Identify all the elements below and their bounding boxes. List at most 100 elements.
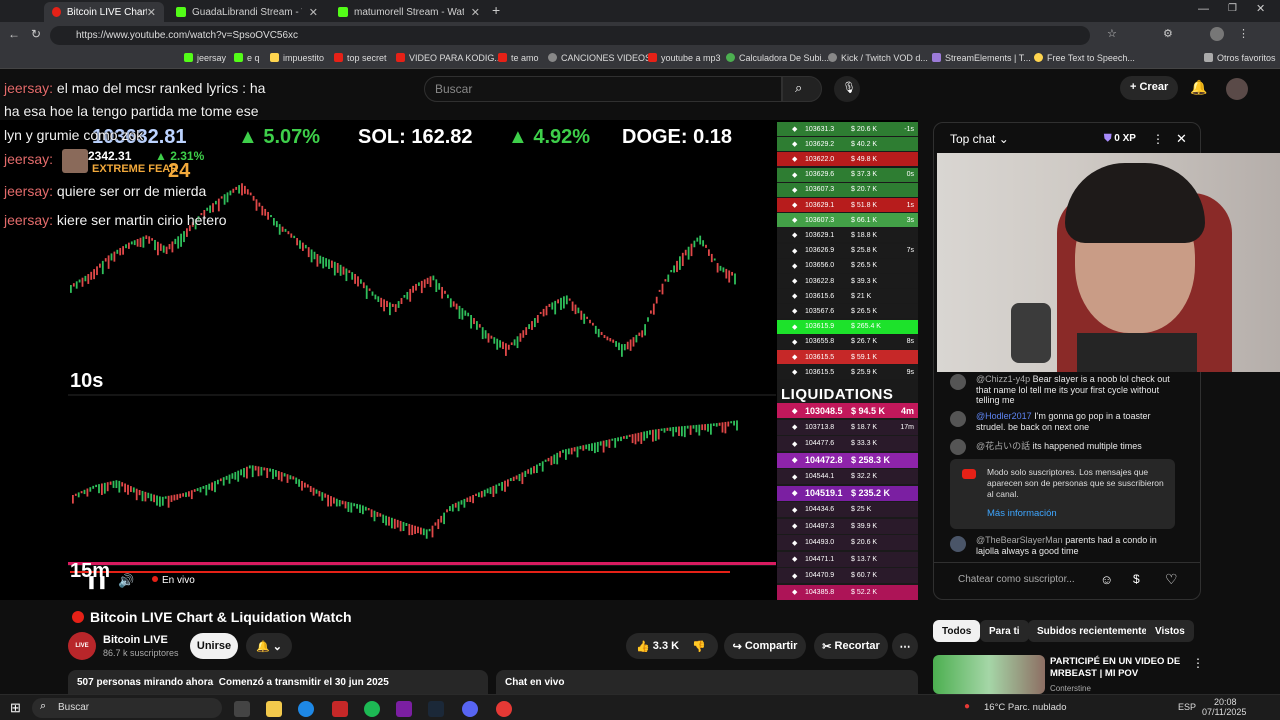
pause-icon[interactable]: ❚❚ [86,574,108,590]
share-button[interactable]: ↪ Compartir [724,633,806,659]
notifications-icon[interactable]: 🔔 [1190,79,1207,96]
account-avatar[interactable] [1226,78,1248,100]
channel-avatar[interactable]: LIVE [68,632,96,660]
chip-para-ti[interactable]: Para ti [980,620,1029,642]
reload-icon[interactable]: ↻ [31,27,41,41]
bookmark-impuestito[interactable]: impuestito [270,53,324,63]
recommended-title[interactable]: PARTICIPÉ EN UN VIDEO DE MRBEAST | MI PO… [1050,656,1190,680]
description-bar[interactable]: 507 personas mirando ahora Comenzó a tra… [68,670,488,694]
chip-todos[interactable]: Todos [933,620,981,642]
bookmarks-folder[interactable]: Otros favoritos [1204,53,1276,63]
steam-icon[interactable] [428,701,444,717]
capcut-icon[interactable] [396,701,412,717]
clip-button[interactable]: ✂ Recortar [814,633,888,659]
live-label[interactable]: En vivo [162,575,195,586]
like-button[interactable]: 👍 3.3 K 👎 [626,633,718,659]
learn-more-link[interactable]: Más información [987,508,1167,519]
url-field[interactable]: https://www.youtube.com/watch?v=SpsoOVC5… [50,26,1090,45]
trades-row: ◆ 103615.6 $ 21 K [777,289,918,304]
voice-search-button[interactable]: 🎙 [834,76,860,102]
candle [261,205,264,216]
channel-name[interactable]: Bitcoin LIVE [103,634,168,646]
close-icon[interactable]: ✕ [471,6,480,19]
notification-bell-button[interactable]: 🔔 ⌄ [246,633,292,659]
candle [707,423,709,432]
recommended-menu-icon[interactable]: ⋮ [1192,656,1204,670]
chip-subidos-recientemente[interactable]: Subidos recientemente [1028,620,1157,642]
candle [229,190,232,196]
bookmark-te-amo[interactable]: te amo [498,53,539,63]
chat-mode-dropdown[interactable]: Top chat ⌄ [950,132,1009,146]
language-indicator[interactable]: ESP [1178,702,1196,712]
overlay-chat-line: jeersay: quiere ser orr de mierda [4,183,206,199]
menu-icon[interactable]: ⋮ [1238,27,1249,40]
emoji-icon[interactable]: ☺ [1100,572,1113,587]
bookmark-streamelements[interactable]: StreamElements | T... [932,53,1031,63]
tab-guadalibrandi[interactable]: GuadaLibrandi Stream - Watch ✕ [168,2,326,22]
search-button[interactable]: ⌕ [782,76,822,102]
chat-author[interactable]: @花占いの話 [976,441,1030,451]
bookmark-top-secret[interactable]: top secret [334,53,387,63]
coin-icon: ◆ [792,217,798,225]
bookmark-jeersay[interactable]: jeersay [184,53,226,63]
weather-text[interactable]: 16°C Parc. nublado [984,702,1067,713]
close-chat-icon[interactable]: ✕ [1176,131,1187,147]
voice-app-icon[interactable] [332,701,348,717]
bookmark-calculadora[interactable]: Calculadora De Subi... [726,53,829,63]
edge-icon[interactable] [298,701,314,717]
chrome-icon[interactable] [496,701,512,717]
star-icon[interactable]: ☆ [1107,27,1117,40]
candle [188,491,190,497]
xp-badge[interactable]: ⛊ 0 XP [1104,133,1136,144]
liquidations-value: $ 13.7 K [851,555,878,563]
chip-vistos[interactable]: Vistos [1146,620,1194,642]
extensions-icon[interactable]: ⚙ [1163,27,1173,40]
bookmark-video-kodig[interactable]: VIDEO PARA KODIG... [396,53,502,63]
liquidations-price: 103713.8 [805,423,835,431]
tab-bitcoin-live[interactable]: Bitcoin LIVE Chart & Liquidation W ✕ [44,2,164,22]
create-button[interactable]: + Crear [1120,76,1178,100]
new-tab-icon[interactable]: + [492,2,500,18]
profile-avatar[interactable] [1210,27,1224,41]
bookmark-kick-twitch[interactable]: Kick / Twitch VOD d... [828,53,928,63]
coin-icon: ◆ [792,323,798,331]
close-icon[interactable]: ✕ [147,6,156,19]
recommended-channel[interactable]: Conterstine [1050,684,1091,693]
thumbs-down-icon[interactable]: 👎 [692,640,706,653]
candle [77,492,80,498]
close-window-icon[interactable]: ✕ [1256,2,1265,15]
chat-input[interactable]: Chatear como suscriptor... [958,574,1075,585]
volume-icon[interactable]: 🔊 [118,573,134,589]
clock-time[interactable]: 20:08 [1214,697,1237,707]
chat-author[interactable]: @Chizz1-y4p [976,374,1030,384]
candle [109,481,112,485]
windows-start-icon[interactable]: ⊞ [10,700,21,716]
file-explorer-icon[interactable] [266,701,282,717]
discord-icon[interactable] [462,701,478,717]
search-input[interactable]: Buscar [424,76,782,102]
more-actions-button[interactable]: ⋯ [892,633,918,659]
recommended-thumbnail[interactable] [933,655,1045,694]
live-chat-bar[interactable]: Chat en vivo [496,670,918,694]
chat-author[interactable]: @TheBearSlayerMan [976,535,1063,545]
back-icon[interactable]: ← [8,27,20,41]
trades-price: 103629.1 [805,231,835,239]
tab-matumorell[interactable]: matumorell Stream - Watch ✕ [330,2,488,22]
heart-icon[interactable]: ♡ [1165,571,1178,588]
chat-menu-icon[interactable]: ⋮ [1152,132,1164,146]
bookmark-canciones[interactable]: CANCIONES VIDEOS [548,53,651,63]
bookmark-youtube-mp3[interactable]: youtube a mp3 [648,53,721,63]
candle [81,277,84,287]
taskbar-search[interactable]: ⌕ Buscar [32,698,222,718]
bookmark-tts[interactable]: Free Text to Speech... [1034,53,1135,63]
chat-author[interactable]: @Hodler2017 [976,411,1032,421]
super-chat-icon[interactable]: $ [1133,572,1140,586]
minimize-icon[interactable]: — [1198,3,1209,15]
task-view-icon[interactable] [234,701,250,717]
spotify-icon[interactable] [364,701,380,717]
clock-date[interactable]: 07/11/2025 [1202,707,1246,717]
bookmark-eq[interactable]: e q [234,53,260,63]
join-button[interactable]: Unirse [190,633,238,659]
maximize-icon[interactable]: ❐ [1228,3,1237,14]
close-icon[interactable]: ✕ [309,6,318,19]
